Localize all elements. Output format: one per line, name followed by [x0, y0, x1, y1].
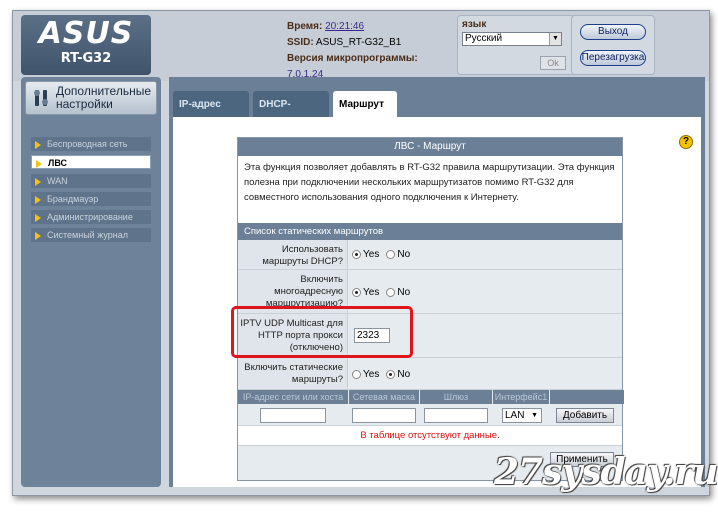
sidebar-header[interactable]: Дополнительные настройки: [25, 81, 157, 115]
triangle-right-icon: [35, 195, 41, 204]
router-model: RT-G32: [60, 51, 112, 66]
triangle-right-icon: [35, 140, 41, 149]
sidebar-item-system-log[interactable]: Системный журнал: [31, 228, 151, 242]
router-window: ASUS RT-G32 Время: 20:21:46 SSID: ASUS_R…: [12, 10, 710, 496]
multicast-routing-no-radio[interactable]: [386, 287, 396, 297]
sidebar-item-wireless[interactable]: Беспроводная сеть: [31, 137, 151, 151]
triangle-right-icon: [35, 231, 41, 240]
interface-value: LAN: [505, 410, 525, 421]
brand-name: ASUS: [38, 16, 134, 51]
sidebar-item-firewall[interactable]: Брандмауэр: [31, 192, 151, 206]
tools-icon: [32, 88, 52, 108]
language-select[interactable]: Русский ▼: [462, 32, 562, 46]
sidebar: Дополнительные настройки Беспроводная се…: [21, 77, 161, 487]
static-routes-row: Включить статические маршруты? Yes No: [238, 358, 622, 390]
radio-label: No: [397, 286, 411, 298]
triangle-right-icon: [36, 159, 42, 168]
triangle-right-icon: [35, 177, 41, 186]
radio-label: No: [397, 248, 411, 260]
static-routes-no-radio[interactable]: [386, 369, 396, 379]
logout-button[interactable]: Выход: [580, 24, 646, 40]
dhcp-routes-row: Использовать маршруты DHCP? Yes No: [238, 240, 622, 270]
sidebar-item-label: ЛВС: [48, 158, 67, 168]
help-icon[interactable]: ?: [679, 135, 693, 149]
dhcp-routes-no-radio[interactable]: [386, 249, 396, 259]
column-header-netmask: Сетевая маска: [349, 390, 419, 404]
time-value[interactable]: 20:21:46: [325, 21, 364, 32]
triangle-right-icon: [35, 213, 41, 222]
route-ip-input[interactable]: [260, 408, 326, 423]
header: ASUS RT-G32 Время: 20:21:46 SSID: ASUS_R…: [13, 11, 709, 81]
column-header-ip: IP-адрес сети или хоста: [238, 390, 348, 404]
sidebar-item-label: Беспроводная сеть: [47, 139, 128, 149]
panel-title: ЛВС - Маршрут: [238, 138, 622, 156]
column-header-interface: Интерфейс1: [493, 390, 549, 404]
add-route-button[interactable]: Добавить: [556, 408, 614, 423]
sidebar-item-label: WAN: [47, 176, 68, 186]
sidebar-item-label: Администрирование: [47, 212, 133, 222]
route-interface-select[interactable]: LAN ▼: [502, 408, 542, 423]
dhcp-routes-options: Yes No: [352, 240, 414, 269]
session-buttons: Выход Перезагрузка: [571, 15, 655, 75]
tab-route[interactable]: Маршрут: [333, 91, 397, 119]
ssid-value: ASUS_RT-G32_B1: [315, 37, 402, 48]
tab-dhcp-server[interactable]: DHCP-сервер: [253, 91, 329, 138]
firmware-label: Версия микропрограммы:: [287, 53, 418, 64]
language-value: Русский: [465, 33, 503, 44]
main-area: IP-адрес ЛВС DHCP-сервер Маршрут ? ЛВС -…: [169, 77, 705, 487]
sidebar-item-wan[interactable]: WAN: [31, 174, 151, 188]
static-routes-yes-radio[interactable]: [352, 369, 361, 379]
route-gateway-input[interactable]: [424, 408, 488, 423]
dhcp-routes-yes-radio[interactable]: [352, 249, 361, 259]
radio-label: Yes: [363, 286, 380, 298]
chevron-down-icon: ▼: [549, 33, 561, 45]
multicast-routing-yes-radio[interactable]: [352, 287, 361, 297]
dhcp-routes-label: Использовать маршруты DHCP?: [238, 240, 348, 269]
chevron-down-icon: ▼: [531, 412, 538, 419]
sidebar-item-lan[interactable]: ЛВС: [31, 155, 151, 169]
reboot-button[interactable]: Перезагрузка: [580, 50, 646, 66]
radio-label: Yes: [363, 368, 380, 380]
radio-label: Yes: [363, 248, 380, 260]
ssid-label: SSID:: [287, 37, 314, 48]
tab-lan-ip[interactable]: IP-адрес ЛВС: [173, 91, 249, 138]
route-table-empty-row: В таблице отсутствуют данные.: [238, 426, 622, 446]
route-netmask-input[interactable]: [352, 408, 416, 423]
column-header-action: [550, 390, 624, 404]
annotation-highlight: [231, 306, 413, 358]
language-ok-button[interactable]: Ok: [540, 56, 566, 70]
content-area: ? ЛВС - Маршрут Эта функция позволяет до…: [173, 117, 701, 487]
sidebar-item-label: Системный журнал: [47, 230, 128, 240]
column-header-gateway: Шлюз: [420, 390, 492, 404]
empty-table-message: В таблице отсутствуют данные.: [360, 430, 500, 441]
sidebar-item-administration[interactable]: Администрирование: [31, 210, 151, 224]
language-label: язык: [462, 19, 487, 30]
static-routes-label: Включить статические маршруты?: [238, 358, 348, 389]
status-info: Время: 20:21:46 SSID: ASUS_RT-G32_B1 Вер…: [283, 15, 459, 80]
panel-description: Эта функция позволяет добавлять в RT-G32…: [238, 156, 622, 222]
time-label: Время:: [287, 21, 323, 32]
radio-label: No: [397, 368, 411, 380]
brand-logo: ASUS RT-G32: [21, 15, 151, 75]
route-entry-row: IP-адрес сети или хоста Сетевая маска Шл…: [238, 390, 624, 426]
section-title: Список статических маршрутов: [238, 222, 622, 240]
static-routes-options: Yes No: [352, 358, 414, 389]
sidebar-item-label: Брандмауэр: [47, 194, 99, 204]
language-box: язык Русский ▼ Ok: [457, 15, 575, 75]
watermark: 27sysday.ru: [494, 451, 718, 493]
sidebar-title: Дополнительные настройки: [56, 84, 151, 111]
